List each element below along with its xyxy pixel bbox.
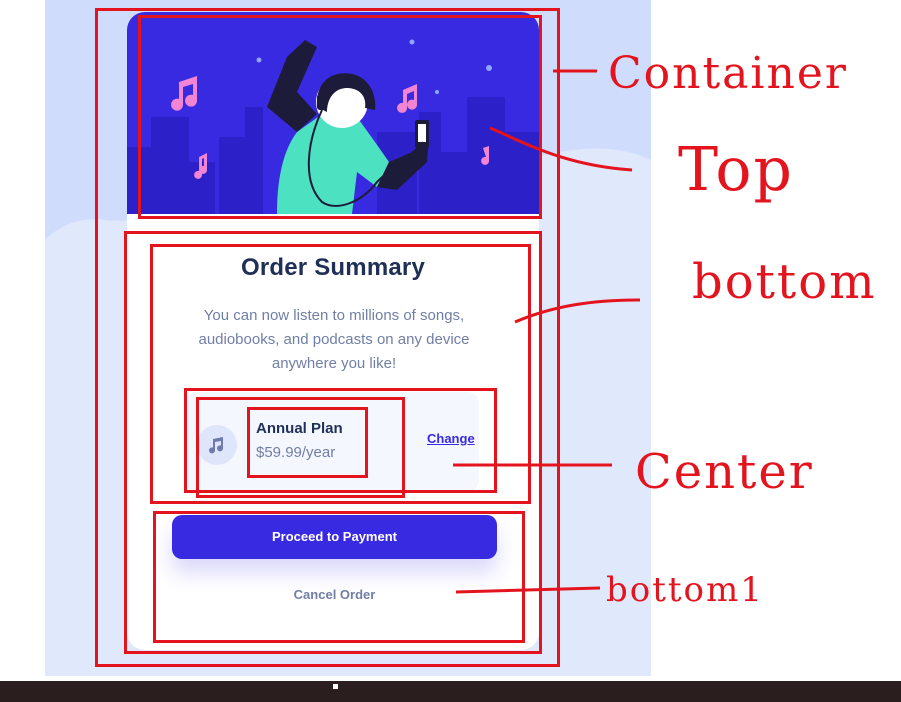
hero-illustration — [127, 12, 539, 214]
music-note-icon — [197, 425, 237, 465]
cancel-order-button[interactable]: Cancel Order — [172, 587, 497, 609]
proceed-to-payment-button[interactable]: Proceed to Payment — [172, 515, 497, 559]
bottom-label: bottom — [692, 254, 877, 310]
plan-price: $59.99/year — [256, 444, 336, 461]
order-summary-title: Order Summary — [240, 254, 425, 281]
center-label: Center — [635, 444, 814, 500]
taskbar-indicator — [333, 684, 338, 689]
bottom1-label: bottom1 — [606, 570, 764, 610]
order-summary-card: Order Summary You can now listen to mill… — [127, 12, 539, 650]
taskbar — [0, 681, 901, 702]
plan-name: Annual Plan — [256, 420, 343, 437]
container-label: Container — [608, 48, 848, 99]
change-plan-link[interactable]: Change — [427, 431, 475, 446]
plan-box: Annual Plan $59.99/year Change — [185, 392, 479, 492]
order-description: You can now listen to millions of songs,… — [198, 307, 470, 372]
top-label: Top — [678, 135, 794, 205]
